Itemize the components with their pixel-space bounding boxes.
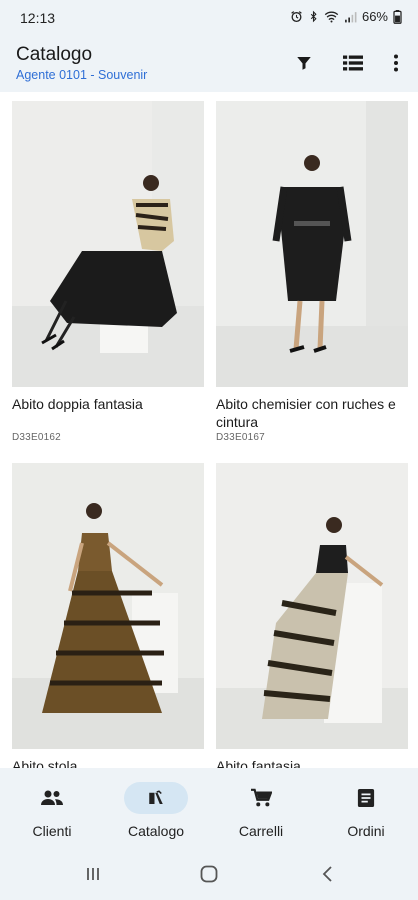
app-bar: Catalogo Agente 0101 - Souvenir	[0, 36, 418, 92]
signal-icon	[345, 11, 357, 22]
product-photo	[12, 463, 204, 749]
nav-label: Ordini	[347, 823, 385, 839]
filter-button[interactable]	[291, 50, 317, 76]
product-photo	[216, 463, 408, 749]
nav-pill-active	[124, 782, 188, 814]
agent-subtitle: Agente 0101 - Souvenir	[16, 68, 148, 82]
product-photo	[216, 101, 408, 387]
back-icon	[322, 866, 332, 882]
home-icon	[200, 865, 218, 883]
catalog-icon	[149, 790, 163, 804]
product-code: D33E0162	[12, 432, 61, 443]
nav-pill	[334, 782, 398, 814]
status-bar: 12:13 66%	[0, 0, 418, 36]
status-icons: 66%	[290, 9, 402, 24]
product-photo	[12, 101, 204, 387]
view-list-icon	[343, 55, 363, 71]
product-name: Abito fantasia	[216, 758, 301, 768]
nav-catalogo[interactable]: Catalogo	[104, 768, 208, 848]
product-code: D33E0167	[216, 432, 265, 443]
cart-icon	[251, 788, 272, 807]
nav-carrelli[interactable]: Carrelli	[209, 768, 313, 848]
home-button[interactable]	[194, 862, 224, 886]
alarm-icon	[291, 11, 302, 23]
battery-percent: 66%	[361, 9, 388, 24]
wifi-icon	[324, 11, 339, 23]
recent-apps-icon	[87, 868, 99, 880]
status-time: 12:13	[20, 10, 56, 26]
bluetooth-icon	[310, 10, 317, 23]
product-name: Abito stola	[12, 758, 78, 768]
nav-label: Carrelli	[238, 823, 284, 839]
nav-pill	[229, 782, 293, 814]
product-name: Abito chemisier con ruches e cintura	[216, 396, 396, 430]
nav-clienti[interactable]: Clienti	[0, 768, 104, 848]
bottom-navigation: Clienti Catalogo Carrelli Ordini	[0, 768, 418, 848]
product-name: Abito doppia fantasia	[12, 396, 143, 412]
back-button[interactable]	[312, 862, 342, 886]
system-navigation-bar	[0, 848, 418, 900]
nav-ordini[interactable]: Ordini	[314, 768, 418, 848]
nav-pill	[20, 782, 84, 814]
battery-icon	[393, 9, 402, 24]
nav-label: Clienti	[32, 823, 72, 839]
product-grid: Abito doppia fantasia D33E0162 Abito che…	[0, 92, 418, 768]
more-vert-icon	[394, 54, 398, 72]
people-icon	[41, 790, 63, 805]
recent-apps-button[interactable]	[78, 862, 108, 886]
more-options-button[interactable]	[383, 50, 409, 76]
page-title: Catalogo	[16, 44, 93, 65]
filter-icon	[297, 57, 311, 70]
orders-icon	[357, 789, 375, 807]
nav-label: Catalogo	[127, 823, 185, 839]
view-list-button[interactable]	[340, 50, 366, 76]
